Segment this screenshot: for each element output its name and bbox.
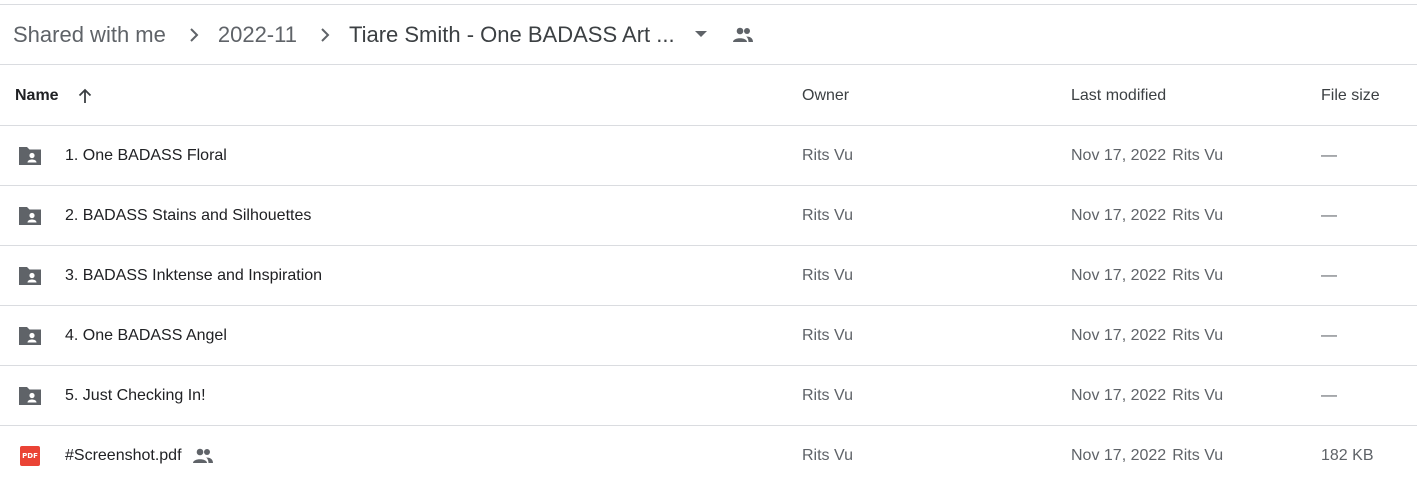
modified-date: Nov 17, 2022: [1071, 326, 1167, 344]
file-size: 182 KB: [1321, 447, 1374, 464]
modified-date: Nov 17, 2022: [1071, 447, 1167, 464]
modified-by: Rits Vu: [1172, 206, 1224, 224]
modified-date: Nov 17, 2022: [1071, 386, 1167, 404]
last-modified: Nov 17, 2022 Rits Vu: [1071, 246, 1223, 305]
last-modified: Nov 17, 2022 Rits Vu: [1071, 366, 1223, 425]
file-row[interactable]: 5. Just Checking In! Rits Vu Nov 17, 202…: [0, 366, 1417, 426]
file-name[interactable]: 3. BADASS Inktense and Inspiration: [65, 246, 322, 305]
modified-by: Rits Vu: [1172, 326, 1224, 344]
breadcrumb-2022-11[interactable]: 2022-11: [218, 22, 297, 48]
owner: Rits Vu: [802, 146, 853, 164]
shared-folder-icon: [17, 366, 43, 425]
owner: Rits Vu: [802, 447, 853, 464]
name-column-header[interactable]: Name: [15, 66, 95, 125]
file-name[interactable]: 5. Just Checking In!: [65, 366, 206, 425]
last-modified-column-header[interactable]: Last modified: [1071, 66, 1166, 125]
modified-by: Rits Vu: [1172, 386, 1224, 404]
last-modified: Nov 17, 2022 Rits Vu: [1071, 126, 1223, 185]
column-header-row: Name Owner Last modified File size: [0, 66, 1417, 126]
file-name[interactable]: 1. One BADASS Floral: [65, 126, 227, 185]
file-row[interactable]: 1. One BADASS Floral Rits Vu Nov 17, 202…: [0, 126, 1417, 186]
file-size: —: [1321, 266, 1337, 284]
file-size: —: [1321, 146, 1337, 164]
file-row[interactable]: 2. BADASS Stains and Silhouettes Rits Vu…: [0, 186, 1417, 246]
file-name[interactable]: #Screenshot.pdf: [65, 426, 214, 486]
modified-by: Rits Vu: [1172, 146, 1224, 164]
last-modified: Nov 17, 2022 Rits Vu: [1071, 306, 1223, 365]
file-size: —: [1321, 326, 1337, 344]
owner: Rits Vu: [802, 386, 853, 404]
shared-folder-icon: [17, 126, 43, 185]
breadcrumb: Shared with me 2022-11 Tiare Smith - One…: [0, 5, 1417, 65]
owner: Rits Vu: [802, 266, 853, 284]
breadcrumb-current-folder[interactable]: Tiare Smith - One BADASS Art ...: [349, 22, 675, 48]
shared-folder-icon: [17, 246, 43, 305]
file-list: 1. One BADASS Floral Rits Vu Nov 17, 202…: [0, 126, 1417, 486]
file-size-column-header: File size: [1321, 86, 1380, 104]
shared-people-icon[interactable]: [731, 23, 755, 47]
file-size: —: [1321, 206, 1337, 224]
shared-folder-icon: [17, 186, 43, 245]
file-row[interactable]: PDF #Screenshot.pdf Rits Vu Nov 17, 2022…: [0, 426, 1417, 486]
modified-date: Nov 17, 2022: [1071, 146, 1167, 164]
modified-date: Nov 17, 2022: [1071, 266, 1167, 284]
owner: Rits Vu: [802, 326, 853, 344]
file-name[interactable]: 4. One BADASS Angel: [65, 306, 227, 365]
file-name[interactable]: 2. BADASS Stains and Silhouettes: [65, 186, 311, 245]
shared-people-icon: [192, 448, 214, 464]
file-row[interactable]: 3. BADASS Inktense and Inspiration Rits …: [0, 246, 1417, 306]
breadcrumb-shared-with-me[interactable]: Shared with me: [13, 22, 166, 48]
shared-folder-icon: [17, 306, 43, 365]
last-modified: Nov 17, 2022 Rits Vu: [1071, 426, 1223, 486]
modified-by: Rits Vu: [1172, 266, 1224, 284]
pdf-icon: PDF: [20, 426, 40, 486]
file-row[interactable]: 4. One BADASS Angel Rits Vu Nov 17, 2022…: [0, 306, 1417, 366]
name-header-label[interactable]: Name: [15, 87, 59, 105]
caret-down-icon[interactable]: [689, 23, 713, 47]
file-size: —: [1321, 386, 1337, 404]
chevron-right-icon: [313, 23, 337, 47]
chevron-right-icon: [182, 23, 206, 47]
owner: Rits Vu: [802, 206, 853, 224]
pdf-badge: PDF: [20, 446, 40, 466]
file-name-text[interactable]: #Screenshot.pdf: [65, 447, 182, 465]
modified-by: Rits Vu: [1172, 447, 1224, 464]
last-modified: Nov 17, 2022 Rits Vu: [1071, 186, 1223, 245]
arrow-up-icon[interactable]: [75, 86, 95, 106]
modified-date: Nov 17, 2022: [1071, 206, 1167, 224]
owner-column-header: Owner: [802, 86, 850, 104]
